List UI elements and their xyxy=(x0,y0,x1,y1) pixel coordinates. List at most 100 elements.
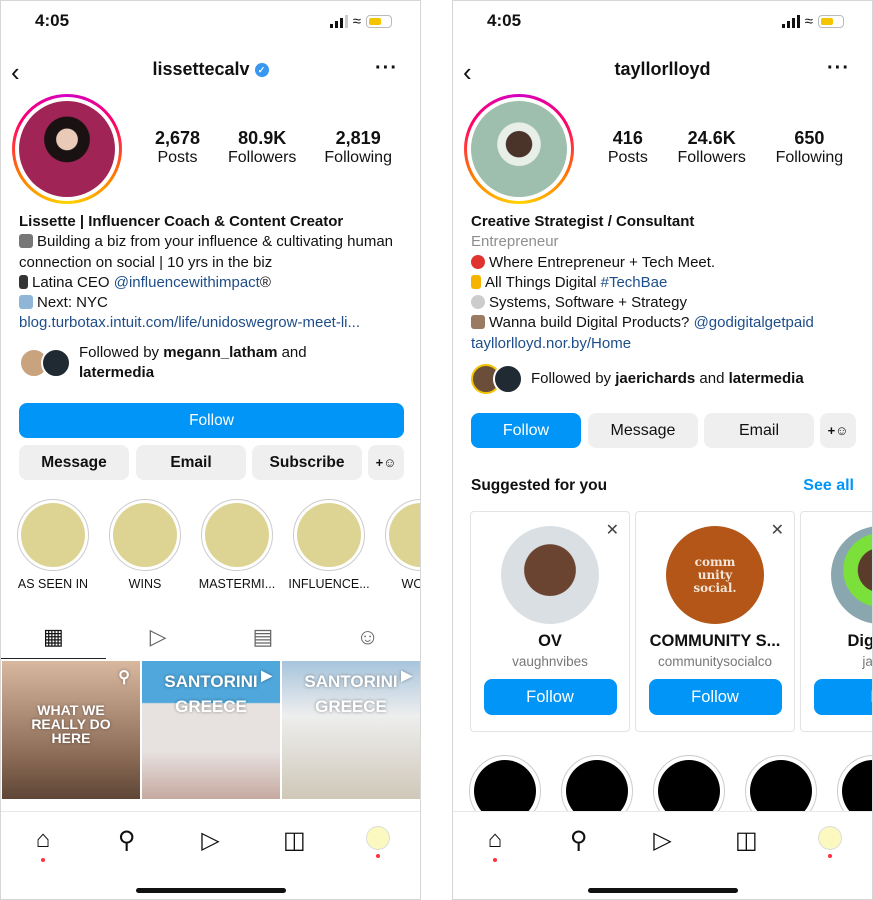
home-icon: ⌂ xyxy=(487,826,503,853)
status-icons: ≈ xyxy=(329,13,392,30)
community-social-logo: comm unity social. xyxy=(693,555,737,595)
tab-posts-grid[interactable]: ▦ xyxy=(1,615,106,659)
woman-technologist-icon xyxy=(471,315,485,330)
home-icon: ⌂ xyxy=(35,826,51,853)
home-indicator xyxy=(135,888,286,893)
nav-home[interactable]: ⌂ xyxy=(23,826,63,899)
message-button[interactable]: Message xyxy=(588,413,698,448)
battery-icon xyxy=(366,15,392,28)
bio-url-link[interactable]: blog.turbotax.intuit.com/life/unidoswegr… xyxy=(19,313,410,333)
status-icons: ≈ xyxy=(781,13,844,30)
follower-avatar xyxy=(41,348,71,378)
pin-icon: ⚲ xyxy=(118,669,130,686)
suggested-avatar xyxy=(501,526,599,624)
reels-icon: ▷ xyxy=(149,624,167,649)
suggested-follow-button[interactable]: Fo xyxy=(813,679,872,715)
stat-followers[interactable]: 80.9K Followers xyxy=(228,128,296,167)
tab-tagged[interactable]: ☺ xyxy=(315,615,420,659)
stat-posts[interactable]: 2,678 Posts xyxy=(155,128,200,167)
mention-link[interactable]: @godigitalgetpaid xyxy=(694,314,814,331)
home-indicator xyxy=(587,888,738,893)
add-user-button[interactable]: +☺ xyxy=(368,445,404,480)
stat-posts[interactable]: 416 Posts xyxy=(608,128,648,167)
grid-post[interactable]: ▶ SANTORINI GREECE xyxy=(282,661,420,799)
grid-post[interactable]: ⚲ WHAT WE REALLY DO HERE xyxy=(2,661,140,799)
dvd-icon xyxy=(471,295,485,310)
follow-button[interactable]: Follow xyxy=(471,413,581,448)
more-options-button[interactable]: ··· xyxy=(375,57,398,80)
add-person-icon: +☺ xyxy=(375,455,397,470)
wifi-icon: ≈ xyxy=(804,13,813,30)
bottom-nav: ⌂ ⚲ ▷ ◫ xyxy=(1,811,420,899)
search-icon: ⚲ xyxy=(117,827,136,854)
profile-tabs: ▦ ▷ ▤ ☺ xyxy=(1,615,420,659)
lightning-icon xyxy=(471,274,481,289)
reels-icon: ▷ xyxy=(653,827,672,854)
followed-by[interactable]: Followed by megann_latham and latermedia xyxy=(19,343,410,383)
display-name: Lissette | Influencer Coach & Content Cr… xyxy=(19,213,344,230)
grid-icon: ▦ xyxy=(42,623,64,649)
reels-icon: ▷ xyxy=(201,827,220,854)
highlight-item[interactable]: MASTERMI... xyxy=(195,499,279,591)
tab-guides[interactable]: ▤ xyxy=(211,615,316,659)
tagged-person-icon: ☺ xyxy=(356,624,379,649)
nav-profile[interactable] xyxy=(358,826,398,899)
profile-category: Entrepreneur xyxy=(471,233,559,251)
followed-by[interactable]: Followed by jaerichards and latermedia xyxy=(471,364,862,394)
shopping-bag-icon: ◫ xyxy=(282,827,306,854)
highlight-item[interactable]: WINS xyxy=(103,499,187,591)
profile-avatar-icon xyxy=(366,826,391,850)
avatar[interactable] xyxy=(12,94,122,204)
suggested-card[interactable]: ✕ comm unity social. COMMUNITY S... commu… xyxy=(635,511,795,732)
dismiss-close-icon[interactable]: ✕ xyxy=(606,520,619,540)
avatar[interactable] xyxy=(464,94,574,204)
highlight-item[interactable]: INFLUENCE... xyxy=(287,499,371,591)
stat-followers[interactable]: 24.6K Followers xyxy=(677,128,745,167)
tab-reels[interactable]: ▷ xyxy=(106,615,211,659)
mobile-phone-icon xyxy=(19,274,28,289)
email-button[interactable]: Email xyxy=(136,445,246,480)
add-person-icon: +☺ xyxy=(827,423,849,438)
suggested-card[interactable]: ✕ OV vaughnvibes Follow xyxy=(470,511,630,732)
subscribe-button[interactable]: Subscribe xyxy=(252,445,362,480)
profile-stats: 2,678 Posts 80.9K Followers 2,819 Following xyxy=(141,128,406,167)
profile-screen-tayllorlloyd: 4:05 ≈ ‹ tayllorlloyd ··· 416 Posts 24.6K… xyxy=(452,0,873,900)
profile-bio: Creative Strategist / Consultant Entrepr… xyxy=(471,212,862,354)
status-time: 4:05 xyxy=(35,11,70,30)
profile-screen-lissettecalv: 4:05 ≈ ‹ lissettecalv ✓ ··· 2,678 Posts 80… xyxy=(0,0,421,900)
signal-icon xyxy=(329,15,348,28)
bio-url-link[interactable]: tayllorlloyd.nor.by/Home xyxy=(471,334,862,354)
profile-bio: Lissette | Influencer Coach & Content Cr… xyxy=(19,212,410,334)
see-all-link[interactable]: See all xyxy=(803,477,854,495)
suggested-avatar: comm unity social. xyxy=(666,526,764,624)
status-time: 4:05 xyxy=(487,11,522,30)
add-user-button[interactable]: +☺ xyxy=(820,413,856,448)
hashtag-link[interactable]: #TechBae xyxy=(601,274,668,291)
mention-link[interactable]: @influencewithimpact xyxy=(114,274,260,291)
stat-following[interactable]: 650 Following xyxy=(776,128,844,167)
profile-stats: 416 Posts 24.6K Followers 650 Following xyxy=(593,128,858,167)
nav-home[interactable]: ⌂ xyxy=(475,826,515,899)
highlight-item[interactable]: WORK xyxy=(379,499,420,591)
suggested-follow-button[interactable]: Follow xyxy=(483,679,617,715)
email-button[interactable]: Email xyxy=(704,413,814,448)
message-button[interactable]: Message xyxy=(19,445,129,480)
profile-username: lissettecalv ✓ xyxy=(1,59,420,80)
profile-username: tayllorlloyd xyxy=(614,59,711,79)
follow-button[interactable]: Follow xyxy=(19,403,404,438)
profile-avatar-icon xyxy=(818,826,843,850)
dismiss-close-icon[interactable]: ✕ xyxy=(771,520,784,540)
signal-icon xyxy=(781,15,800,28)
suggested-avatar xyxy=(831,526,872,624)
woman-technologist-icon xyxy=(19,234,33,249)
pushpin-icon xyxy=(471,254,485,269)
more-options-button[interactable]: ··· xyxy=(827,57,850,80)
wifi-icon: ≈ xyxy=(352,13,361,30)
highlight-item[interactable]: AS SEEN IN xyxy=(11,499,95,591)
grid-post[interactable]: ▶ SANTORINI GREECE xyxy=(142,661,280,799)
suggested-follow-button[interactable]: Follow xyxy=(648,679,782,715)
suggested-card[interactable]: Digital Tjasxta Fo xyxy=(800,511,872,732)
nav-profile[interactable] xyxy=(810,826,850,899)
shopping-bag-icon: ◫ xyxy=(734,827,758,854)
stat-following[interactable]: 2,819 Following xyxy=(324,128,392,167)
